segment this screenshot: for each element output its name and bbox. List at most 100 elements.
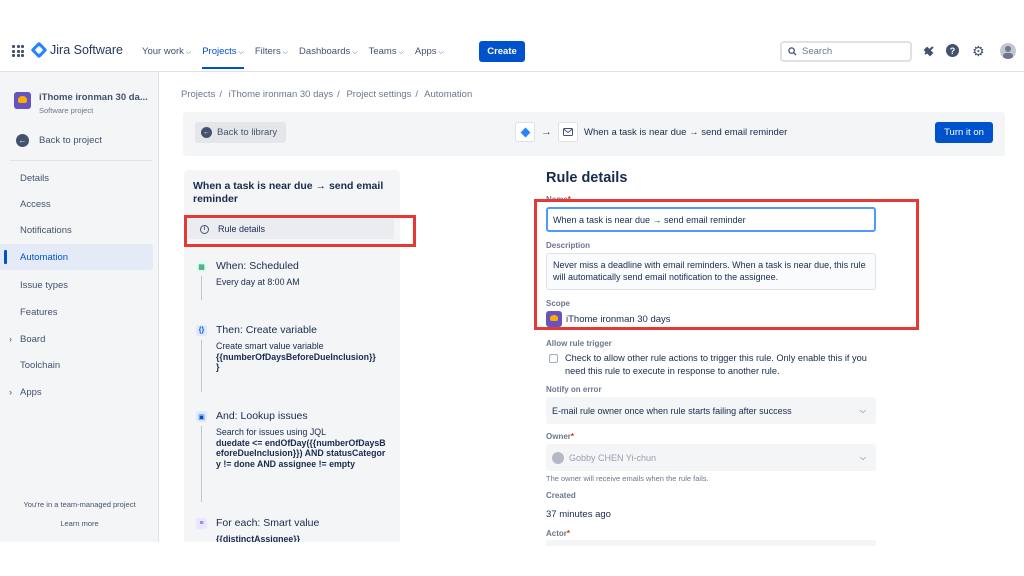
sidebar-item-label: Automation bbox=[20, 251, 69, 263]
notify-on-error-select[interactable]: E-mail rule owner once when rule starts … bbox=[546, 397, 876, 424]
step-lookup-issues[interactable]: ▣ And: Lookup issues Search for issues u… bbox=[196, 410, 396, 469]
nav-filters[interactable]: Filters ⌵ bbox=[255, 46, 288, 57]
sidebar-item-notifications[interactable]: Notifications bbox=[0, 217, 153, 243]
chevron-down-icon: ⌵ bbox=[859, 452, 866, 462]
notify-on-error-label: Notify on error bbox=[546, 385, 602, 394]
nav-projects[interactable]: Projects ⌵ bbox=[202, 46, 244, 69]
flow-title: When a task is near due → send email rem… bbox=[584, 126, 788, 138]
chevron-right-icon: › bbox=[9, 387, 12, 397]
owner-value: Gobby CHEN Yi-chun bbox=[569, 452, 657, 463]
step-create-variable[interactable]: {} Then: Create variable Create smart va… bbox=[196, 324, 396, 373]
arrow-right-icon: → bbox=[541, 126, 552, 138]
step-body: Create smart value variable {{numberOfDa… bbox=[216, 341, 388, 373]
jira-diamond-icon bbox=[520, 127, 530, 137]
chevron-down-icon: ⌵ bbox=[398, 49, 404, 56]
back-to-library-label: Back to library bbox=[217, 127, 278, 138]
rule-flow-summary: → When a task is near due → send email r… bbox=[515, 122, 787, 142]
sidebar-item-label: Board bbox=[20, 333, 46, 345]
sidebar-item-label: Apps bbox=[20, 386, 42, 398]
rule-details-title: Rule details bbox=[546, 170, 628, 186]
back-to-project-button[interactable]: ← Back to project bbox=[16, 134, 102, 147]
sidebar-item-features[interactable]: Features bbox=[0, 299, 153, 325]
profile-avatar[interactable] bbox=[1000, 43, 1016, 59]
chevron-down-icon: ⌵ bbox=[438, 49, 444, 56]
chevron-down-icon: ⌵ bbox=[238, 49, 244, 56]
allow-rule-trigger-text: Check to allow other rule actions to tri… bbox=[565, 353, 867, 376]
turn-it-on-button[interactable]: Turn it on bbox=[935, 122, 993, 143]
breadcrumb: Projects / iThome ironman 30 days / Projec… bbox=[181, 89, 473, 100]
notifications-icon[interactable] bbox=[922, 44, 936, 58]
learn-more-link[interactable]: Learn more bbox=[0, 519, 159, 528]
action-box bbox=[558, 122, 578, 142]
search-placeholder: Search bbox=[802, 46, 833, 57]
step-body: {{distinctAssignee}} bbox=[216, 534, 388, 542]
back-to-library-button[interactable]: ← Back to library bbox=[195, 122, 287, 143]
nav-apps[interactable]: Apps ⌵ bbox=[415, 46, 444, 57]
nav-your-work[interactable]: Your work ⌵ bbox=[142, 46, 191, 57]
trigger-box bbox=[515, 122, 535, 142]
search-input[interactable]: Search bbox=[780, 41, 912, 62]
product-name: Jira Software bbox=[50, 43, 123, 57]
sidebar-item-issue-types[interactable]: Issue types bbox=[0, 272, 153, 298]
project-sidebar: iThome ironman 30 da... Software project… bbox=[0, 72, 159, 542]
step-heading: And: Lookup issues bbox=[216, 410, 308, 422]
allow-rule-trigger-row: Check to allow other rule actions to tri… bbox=[549, 352, 879, 378]
step-for-each[interactable]: ≡ For each: Smart value {{distinctAssign… bbox=[196, 517, 396, 542]
app-switcher-icon[interactable] bbox=[12, 45, 24, 57]
created-label: Created bbox=[546, 491, 576, 500]
top-navigation: Jira Software Your work ⌵ Projects ⌵ Filte… bbox=[0, 30, 1024, 72]
team-managed-note: You're in a team-managed project bbox=[23, 500, 136, 509]
step-when-scheduled[interactable]: ▦ When: Scheduled Every day at 8:00 AM bbox=[196, 260, 396, 288]
breadcrumb-project[interactable]: iThome ironman 30 days bbox=[229, 89, 334, 100]
project-header[interactable]: iThome ironman 30 da... Software project bbox=[14, 92, 148, 115]
lookup-icon: ▣ bbox=[196, 411, 207, 422]
step-body: Search for issues using JQL duedate <= e… bbox=[216, 427, 388, 469]
sidebar-item-toolchain[interactable]: Toolchain bbox=[0, 352, 153, 378]
sidebar-item-label: Issue types bbox=[20, 279, 69, 291]
sidebar-item-label: Features bbox=[20, 306, 58, 318]
chevron-down-icon: ⌵ bbox=[859, 405, 866, 415]
step-body-prefix: Search for issues using JQL bbox=[216, 427, 327, 437]
owner-label: Owner* bbox=[546, 432, 575, 441]
allow-rule-trigger-checkbox[interactable] bbox=[549, 354, 558, 363]
jira-logo[interactable]: Jira Software bbox=[30, 41, 123, 59]
sidebar-item-automation[interactable]: Automation bbox=[0, 244, 153, 270]
step-body-bold: duedate <= endOfDay({{numberOfDaysBefore… bbox=[216, 437, 386, 469]
owner-avatar-icon bbox=[552, 451, 564, 464]
step-heading: Then: Create variable bbox=[216, 324, 317, 336]
nav-dashboards[interactable]: Dashboards ⌵ bbox=[299, 46, 358, 57]
nav-menu: Your work ⌵ Projects ⌵ Filters ⌵ Dashboards… bbox=[142, 46, 455, 69]
chevron-down-icon: ⌵ bbox=[282, 49, 289, 56]
breadcrumb-automation[interactable]: Automation bbox=[424, 89, 472, 100]
breadcrumb-projects[interactable]: Projects bbox=[181, 89, 215, 100]
jira-diamond-icon bbox=[30, 41, 48, 59]
sidebar-item-details[interactable]: Details bbox=[0, 165, 153, 191]
chevron-right-icon: › bbox=[9, 334, 12, 344]
braces-icon: {} bbox=[196, 325, 207, 336]
list-icon: ≡ bbox=[196, 518, 207, 529]
step-body-bold: {{numberOfDaysBeforeDueInclusion}} bbox=[216, 351, 376, 362]
chevron-down-icon: ⌵ bbox=[185, 49, 192, 56]
project-name: iThome ironman 30 da... bbox=[39, 92, 148, 103]
step-heading: For each: Smart value bbox=[216, 517, 320, 529]
breadcrumb-project-settings[interactable]: Project settings bbox=[346, 89, 411, 100]
sidebar-item-board[interactable]: › Board bbox=[0, 326, 153, 352]
sidebar-item-access[interactable]: Access bbox=[0, 191, 153, 217]
email-icon bbox=[563, 128, 573, 136]
user-avatar-icon bbox=[1003, 46, 1013, 59]
highlight-box-rule-details bbox=[184, 215, 416, 247]
sidebar-item-apps[interactable]: › Apps bbox=[0, 379, 153, 405]
calendar-icon: ▦ bbox=[196, 261, 207, 272]
create-button[interactable]: Create bbox=[479, 41, 525, 62]
actor-select[interactable] bbox=[546, 540, 876, 546]
sidebar-item-label: Toolchain bbox=[20, 359, 61, 371]
project-avatar-icon bbox=[14, 92, 31, 109]
step-connector bbox=[201, 276, 202, 300]
created-value: 37 minutes ago bbox=[546, 509, 611, 520]
sidebar-item-label: Access bbox=[20, 198, 51, 210]
nav-teams[interactable]: Teams ⌵ bbox=[369, 46, 404, 57]
owner-select[interactable]: Gobby CHEN Yi-chun ⌵ bbox=[546, 444, 876, 471]
help-icon[interactable]: ? bbox=[946, 44, 959, 57]
settings-icon[interactable]: ⚙ bbox=[972, 44, 986, 58]
project-type: Software project bbox=[39, 106, 94, 115]
